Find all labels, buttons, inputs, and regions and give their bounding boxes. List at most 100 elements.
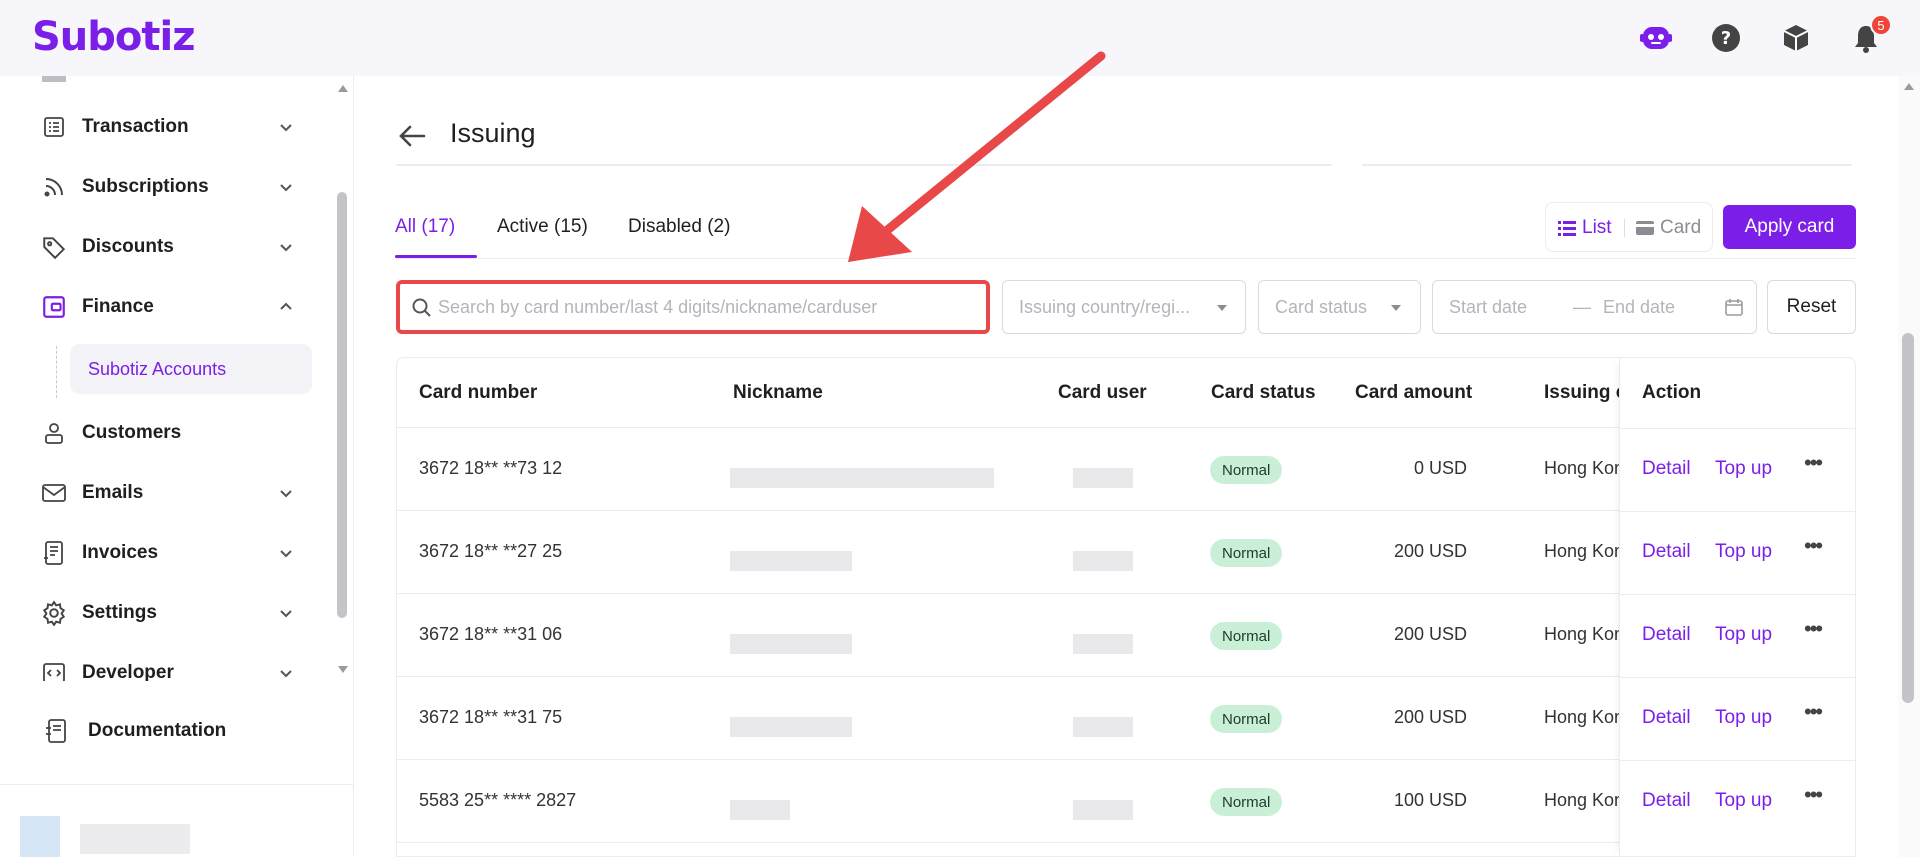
sidebar-item-discounts[interactable]: Discounts [0,222,320,272]
top-up-link[interactable]: Top up [1715,624,1772,646]
header-divider [1362,164,1852,166]
more-options-icon[interactable]: ••• [1804,699,1823,725]
tab-all[interactable]: All (17) [395,216,455,238]
header-divider [396,164,1332,166]
sidebar-item-customers[interactable]: Customers [0,408,320,458]
chevron-down-icon [280,244,292,252]
tab-disabled[interactable]: Disabled (2) [628,216,730,238]
end-date-input[interactable]: End date [1603,297,1675,318]
more-options-icon[interactable]: ••• [1804,533,1823,559]
cards-table: Card number Nickname Card user Card stat… [396,357,1856,857]
page-title: Issuing [450,118,536,148]
reset-button[interactable]: Reset [1767,280,1856,334]
status-badge: Normal [1210,622,1283,650]
detail-link[interactable]: Detail [1642,541,1691,563]
list-view-button[interactable]: List [1558,217,1612,239]
sidebar-scroll-thumb[interactable] [337,192,347,618]
package-icon[interactable] [1778,20,1814,56]
sidebar-divider [0,784,354,785]
nickname-redacted [730,800,790,820]
account-avatar[interactable] [20,816,60,857]
chevron-down-icon [1391,305,1401,311]
chevron-down-icon [280,124,292,132]
action-column: Action Detail Top up ••• Detail Top up •… [1619,358,1855,856]
wallet-icon [40,293,68,321]
card-view-button[interactable]: Card [1636,217,1701,239]
more-options-icon[interactable]: ••• [1804,616,1823,642]
nickname-redacted [730,717,852,737]
chevron-down-icon [280,670,292,678]
toggle-separator [1624,219,1625,237]
issuing-country: Hong Kon [1544,541,1625,561]
detail-link[interactable]: Detail [1642,624,1691,646]
card-amount: 200 USD [1393,707,1467,727]
column-header-issuing-country: Issuing c [1544,382,1627,403]
more-options-icon[interactable]: ••• [1804,782,1823,808]
row-divider [1620,594,1855,595]
column-header-card-number: Card number [419,382,538,403]
card-number: 3672 18** **73 12 [419,458,563,478]
nickname-redacted [730,634,852,654]
nickname-redacted [730,468,994,488]
receipt-icon [40,539,68,567]
date-separator: — [1573,297,1591,317]
assistant-bot-icon[interactable] [1638,20,1674,56]
column-header-card-amount: Card amount [1355,382,1473,403]
help-icon[interactable]: ? [1708,20,1744,56]
date-range-picker[interactable]: Start date — End date [1432,280,1757,334]
view-toggle: List Card [1545,202,1713,252]
brand-logo[interactable]: Subotiz [32,14,196,60]
issuing-country-select[interactable]: Issuing country/regi... [1002,280,1246,334]
card-status-select[interactable]: Card status [1258,280,1421,334]
row-divider [1620,760,1855,761]
row-divider [1620,511,1855,512]
account-name-redacted [80,824,190,854]
sidebar-item-invoices[interactable]: Invoices [0,528,320,578]
status-badge: Normal [1210,456,1283,484]
chevron-down-icon [280,184,292,192]
card-user-redacted [1073,468,1133,488]
card-icon [1636,221,1654,235]
tag-icon [40,233,68,261]
partial-item-icon [42,76,66,82]
top-up-link[interactable]: Top up [1715,458,1772,480]
search-input[interactable] [438,290,978,324]
list-icon [1558,221,1576,236]
main-scroll-thumb[interactable] [1902,333,1914,703]
submenu-guide-line [56,346,57,398]
sidebar-item-finance[interactable]: Finance [0,282,320,332]
sidebar-item-emails[interactable]: Emails [0,468,320,518]
sidebar-item-transaction[interactable]: Transaction [0,102,320,152]
top-up-link[interactable]: Top up [1715,707,1772,729]
row-divider [1620,677,1855,678]
svg-text:?: ? [1721,28,1731,49]
card-user-redacted [1073,800,1133,820]
top-up-link[interactable]: Top up [1715,541,1772,563]
more-options-icon[interactable]: ••• [1804,450,1823,476]
sidebar-item-documentation[interactable]: Documentation [0,706,320,756]
detail-link[interactable]: Detail [1642,707,1691,729]
sidebar-item-settings[interactable]: Settings [0,588,320,638]
sidebar-item-subscriptions[interactable]: Subscriptions [0,162,320,212]
start-date-input[interactable]: Start date [1449,297,1527,318]
list-icon [40,113,68,141]
back-arrow-icon[interactable] [396,120,428,152]
sidebar-item-developer[interactable]: Developer [0,648,320,681]
top-bar: Subotiz ? 5 [0,0,1920,76]
search-icon [412,298,431,317]
status-badge: Normal [1210,539,1283,567]
column-header-card-status: Card status [1211,382,1316,403]
tab-active[interactable]: Active (15) [497,216,588,238]
notification-badge: 5 [1870,14,1892,36]
issuing-country: Hong Kon [1544,790,1625,810]
notification-bell-icon[interactable]: 5 [1848,14,1892,56]
top-up-link[interactable]: Top up [1715,790,1772,812]
scroll-down-arrow-icon[interactable] [338,664,348,674]
sidebar-subitem-subotiz-accounts[interactable]: Subotiz Accounts [70,344,312,394]
scroll-up-arrow-icon[interactable] [1904,82,1914,92]
scroll-up-arrow-icon[interactable] [338,84,348,94]
detail-link[interactable]: Detail [1642,458,1691,480]
detail-link[interactable]: Detail [1642,790,1691,812]
search-field[interactable] [396,280,990,334]
apply-card-button[interactable]: Apply card [1723,205,1856,249]
